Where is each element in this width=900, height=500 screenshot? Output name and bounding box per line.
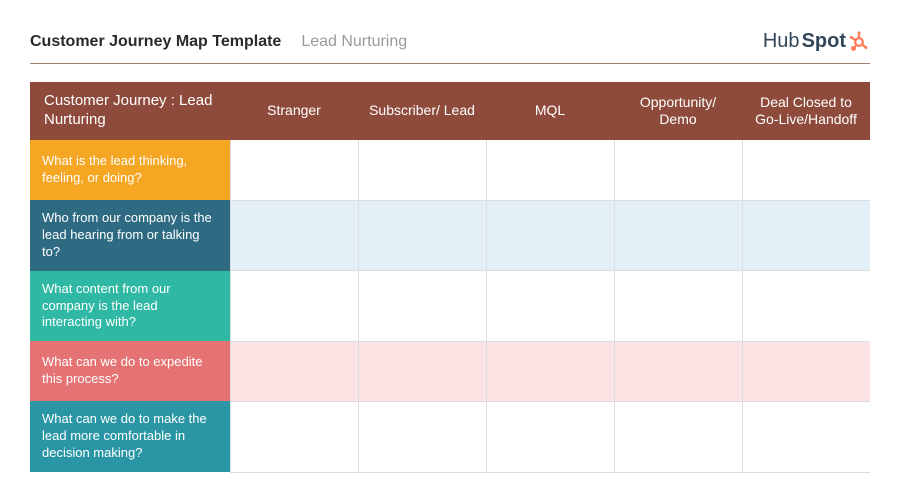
cell	[742, 200, 870, 271]
cell	[614, 271, 742, 342]
cell	[614, 341, 742, 401]
header-titles: Customer Journey Map Template Lead Nurtu…	[30, 33, 407, 51]
cell	[486, 140, 614, 200]
row-label-expedite: What can we do to expedite this process?	[30, 341, 230, 401]
logo-text-hub: Hub	[763, 30, 800, 53]
row-label-content: What content from our company is the lea…	[30, 271, 230, 342]
logo-text-spot: Spot	[802, 30, 846, 53]
table-row: What content from our company is the lea…	[30, 271, 870, 342]
cell	[614, 401, 742, 472]
page-header: Customer Journey Map Template Lead Nurtu…	[30, 30, 870, 64]
col-header-stranger: Stranger	[230, 82, 358, 140]
cell	[614, 140, 742, 200]
journey-table: Customer Journey : Lead Nurturing Strang…	[30, 82, 870, 473]
cell	[358, 271, 486, 342]
col-header-mql: MQL	[486, 82, 614, 140]
cell	[486, 200, 614, 271]
cell	[742, 401, 870, 472]
cell	[230, 200, 358, 271]
cell	[230, 401, 358, 472]
row-label-thinking: What is the lead thinking, feeling, or d…	[30, 140, 230, 200]
cell	[742, 140, 870, 200]
row-label-comfortable: What can we do to make the lead more com…	[30, 401, 230, 472]
cell	[230, 140, 358, 200]
cell	[358, 401, 486, 472]
col-header-opportunity-demo: Opportunity/ Demo	[614, 82, 742, 140]
table-row: Who from our company is the lead hearing…	[30, 200, 870, 271]
table-corner-label: Customer Journey : Lead Nurturing	[30, 82, 230, 140]
cell	[614, 200, 742, 271]
col-header-deal-closed: Deal Closed to Go-Live/Handoff	[742, 82, 870, 140]
cell	[358, 140, 486, 200]
cell	[230, 271, 358, 342]
page-subtitle: Lead Nurturing	[301, 33, 407, 51]
sprocket-icon	[848, 31, 870, 53]
cell	[358, 200, 486, 271]
row-label-hearing-from: Who from our company is the lead hearing…	[30, 200, 230, 271]
cell	[486, 271, 614, 342]
table-row: What can we do to expedite this process?	[30, 341, 870, 401]
cell	[486, 341, 614, 401]
cell	[742, 271, 870, 342]
table-row: What is the lead thinking, feeling, or d…	[30, 140, 870, 200]
table-header-row: Customer Journey : Lead Nurturing Strang…	[30, 82, 870, 140]
cell	[358, 341, 486, 401]
table-row: What can we do to make the lead more com…	[30, 401, 870, 472]
page-title: Customer Journey Map Template	[30, 33, 281, 51]
hubspot-logo: HubSpot	[763, 30, 870, 53]
cell	[742, 341, 870, 401]
col-header-subscriber-lead: Subscriber/ Lead	[358, 82, 486, 140]
cell	[486, 401, 614, 472]
cell	[230, 341, 358, 401]
